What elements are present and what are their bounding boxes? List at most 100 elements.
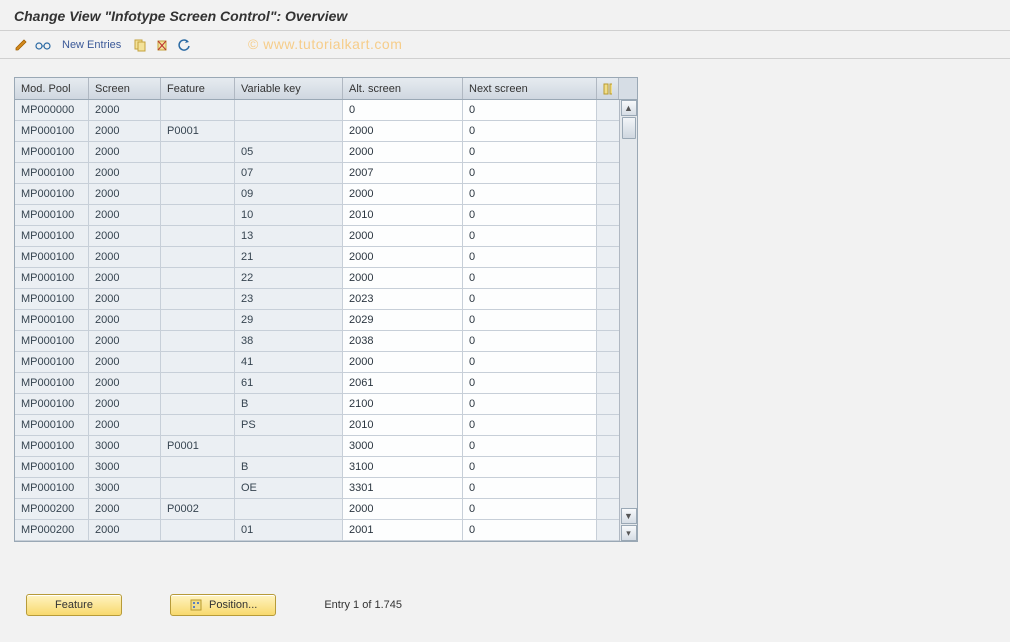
cell-nextscreen[interactable]: 0 (463, 205, 597, 225)
table-row[interactable]: MP00010020000920000 (15, 184, 637, 205)
cell-nextscreen[interactable]: 0 (463, 247, 597, 267)
col-header-varkey[interactable]: Variable key (235, 78, 343, 99)
position-icon (189, 598, 203, 612)
cell-nextscreen[interactable]: 0 (463, 142, 597, 162)
cell-nextscreen[interactable]: 0 (463, 436, 597, 456)
cell-varkey (235, 121, 343, 141)
table-row[interactable]: MP0001002000B21000 (15, 394, 637, 415)
delete-icon[interactable] (153, 36, 171, 54)
grid-header-row: Mod. Pool Screen Feature Variable key Al… (15, 78, 637, 100)
cell-nextscreen[interactable]: 0 (463, 331, 597, 351)
cell-varkey: 09 (235, 184, 343, 204)
cell-varkey: 21 (235, 247, 343, 267)
cell-screen: 2000 (89, 415, 161, 435)
col-header-modpool[interactable]: Mod. Pool (15, 78, 89, 99)
cell-altscreen[interactable]: 2000 (343, 247, 463, 267)
undo-icon[interactable] (175, 36, 193, 54)
row-pad (597, 121, 619, 141)
vertical-scrollbar[interactable]: ▲ ▼ ▾ (619, 100, 637, 541)
cell-modpool: MP000100 (15, 184, 89, 204)
cell-altscreen[interactable]: 0 (343, 100, 463, 120)
cell-nextscreen[interactable]: 0 (463, 478, 597, 498)
cell-altscreen[interactable]: 2000 (343, 142, 463, 162)
cell-varkey (235, 100, 343, 120)
copy-icon[interactable] (131, 36, 149, 54)
table-row[interactable]: MP00020020000120010 (15, 520, 637, 541)
cell-nextscreen[interactable]: 0 (463, 457, 597, 477)
position-button[interactable]: Position... (170, 594, 276, 616)
cell-altscreen[interactable]: 2000 (343, 121, 463, 141)
cell-altscreen[interactable]: 2100 (343, 394, 463, 414)
new-entries-button[interactable]: New Entries (56, 39, 127, 51)
cell-altscreen[interactable]: 2061 (343, 373, 463, 393)
glasses-icon[interactable] (34, 36, 52, 54)
cell-altscreen[interactable]: 2010 (343, 415, 463, 435)
change-icon[interactable] (12, 36, 30, 54)
cell-nextscreen[interactable]: 0 (463, 163, 597, 183)
cell-nextscreen[interactable]: 0 (463, 310, 597, 330)
cell-altscreen[interactable]: 2023 (343, 289, 463, 309)
table-row[interactable]: MP00010020004120000 (15, 352, 637, 373)
cell-feature (161, 310, 235, 330)
col-header-altscreen[interactable]: Alt. screen (343, 78, 463, 99)
cell-modpool: MP000100 (15, 331, 89, 351)
table-row[interactable]: MP00010020002220000 (15, 268, 637, 289)
scroll-thumb[interactable] (622, 117, 636, 139)
cell-altscreen[interactable]: 2029 (343, 310, 463, 330)
configure-columns-icon[interactable] (597, 78, 619, 99)
table-row[interactable]: MP0001002000P000120000 (15, 121, 637, 142)
table-row[interactable]: MP00010020001020100 (15, 205, 637, 226)
cell-feature: P0002 (161, 499, 235, 519)
cell-nextscreen[interactable]: 0 (463, 394, 597, 414)
table-row[interactable]: MP00010020000720070 (15, 163, 637, 184)
table-row[interactable]: MP0001003000B31000 (15, 457, 637, 478)
cell-feature (161, 142, 235, 162)
feature-button[interactable]: Feature (26, 594, 122, 616)
cell-nextscreen[interactable]: 0 (463, 289, 597, 309)
col-header-nextscreen[interactable]: Next screen (463, 78, 597, 99)
table-row[interactable]: MP0001002000PS20100 (15, 415, 637, 436)
table-row[interactable]: MP00010020006120610 (15, 373, 637, 394)
table-row[interactable]: MP00010020001320000 (15, 226, 637, 247)
cell-nextscreen[interactable]: 0 (463, 499, 597, 519)
cell-nextscreen[interactable]: 0 (463, 184, 597, 204)
col-header-feature[interactable]: Feature (161, 78, 235, 99)
scroll-down-button[interactable]: ▼ (621, 508, 637, 524)
cell-altscreen[interactable]: 3100 (343, 457, 463, 477)
col-header-screen[interactable]: Screen (89, 78, 161, 99)
table-row[interactable]: MP0001003000OE33010 (15, 478, 637, 499)
cell-nextscreen[interactable]: 0 (463, 373, 597, 393)
cell-nextscreen[interactable]: 0 (463, 121, 597, 141)
cell-altscreen[interactable]: 2001 (343, 520, 463, 540)
table-row[interactable]: MP00010020002920290 (15, 310, 637, 331)
cell-feature (161, 100, 235, 120)
scroll-up-button[interactable]: ▲ (621, 100, 637, 116)
scroll-bottom-button[interactable]: ▾ (621, 525, 637, 541)
cell-altscreen[interactable]: 2000 (343, 352, 463, 372)
cell-feature (161, 289, 235, 309)
cell-altscreen[interactable]: 2007 (343, 163, 463, 183)
table-row[interactable]: MP0002002000P000220000 (15, 499, 637, 520)
cell-nextscreen[interactable]: 0 (463, 415, 597, 435)
cell-altscreen[interactable]: 2000 (343, 184, 463, 204)
table-row[interactable]: MP00010020002120000 (15, 247, 637, 268)
table-row[interactable]: MP00010020000520000 (15, 142, 637, 163)
cell-altscreen[interactable]: 2000 (343, 226, 463, 246)
cell-altscreen[interactable]: 3301 (343, 478, 463, 498)
cell-altscreen[interactable]: 2038 (343, 331, 463, 351)
cell-nextscreen[interactable]: 0 (463, 226, 597, 246)
table-row[interactable]: MP000000200000 (15, 100, 637, 121)
table-row[interactable]: MP00010020003820380 (15, 331, 637, 352)
cell-altscreen[interactable]: 2000 (343, 499, 463, 519)
cell-nextscreen[interactable]: 0 (463, 520, 597, 540)
cell-nextscreen[interactable]: 0 (463, 352, 597, 372)
cell-altscreen[interactable]: 3000 (343, 436, 463, 456)
cell-screen: 3000 (89, 436, 161, 456)
table-row[interactable]: MP0001003000P000130000 (15, 436, 637, 457)
cell-feature (161, 205, 235, 225)
table-row[interactable]: MP00010020002320230 (15, 289, 637, 310)
cell-nextscreen[interactable]: 0 (463, 100, 597, 120)
cell-altscreen[interactable]: 2000 (343, 268, 463, 288)
cell-nextscreen[interactable]: 0 (463, 268, 597, 288)
cell-altscreen[interactable]: 2010 (343, 205, 463, 225)
